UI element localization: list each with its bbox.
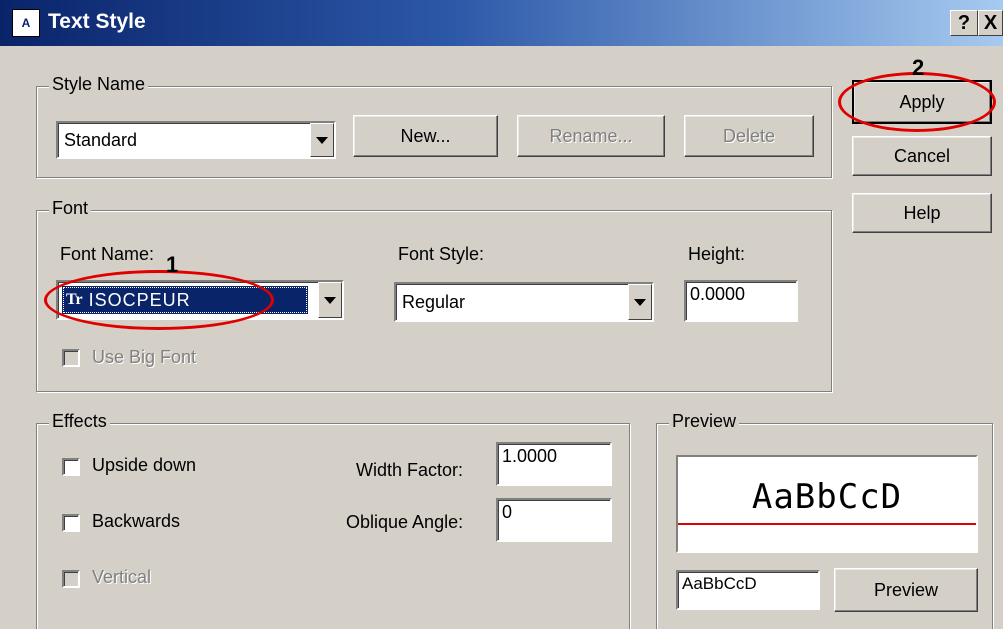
font-name-dropdown-arrow[interactable] — [318, 282, 342, 318]
preview-sample-text: AaBbCcD — [751, 477, 903, 517]
font-name-label: Font Name: — [60, 244, 155, 264]
window-title: Text Style — [48, 10, 146, 33]
preview-text-input[interactable]: AaBbCcD — [676, 570, 820, 610]
font-style-combo[interactable]: Regular — [394, 282, 654, 322]
callout-ellipse-1 — [44, 270, 274, 330]
rename-button[interactable]: Rename... — [517, 115, 665, 157]
backwards-checkbox[interactable] — [62, 514, 80, 532]
use-big-font-label: Use Big Font — [92, 347, 197, 367]
width-factor-input[interactable]: 1.0000 — [496, 442, 612, 486]
oblique-angle-label: Oblique Angle: — [346, 512, 464, 532]
baseline-line — [678, 523, 976, 525]
backwards-label: Backwards — [92, 511, 181, 531]
marker-2: 2 — [912, 55, 925, 80]
cancel-button[interactable]: Cancel — [852, 136, 992, 176]
effects-legend: Effects — [49, 411, 110, 432]
font-legend: Font — [49, 198, 92, 219]
callout-ellipse-2 — [838, 72, 996, 132]
help-button[interactable]: Help — [852, 193, 992, 233]
delete-button[interactable]: Delete — [684, 115, 814, 157]
font-style-dropdown-arrow[interactable] — [628, 284, 652, 320]
vertical-label: Vertical — [92, 567, 152, 587]
new-button[interactable]: New... — [353, 115, 498, 157]
upside-down-label: Upside down — [92, 455, 197, 475]
close-button[interactable]: X — [978, 10, 1003, 36]
width-factor-label: Width Factor: — [356, 460, 464, 480]
app-icon: A — [12, 9, 40, 37]
use-big-font-checkbox[interactable] — [62, 349, 80, 367]
vertical-checkbox[interactable] — [62, 570, 80, 588]
style-name-value: Standard — [64, 130, 138, 150]
height-input[interactable]: 0.0000 — [684, 280, 798, 322]
font-style-value: Regular — [402, 292, 466, 312]
upside-down-checkbox[interactable] — [62, 458, 80, 476]
help-title-button[interactable]: ? — [950, 10, 978, 36]
title-bar — [0, 0, 1003, 46]
oblique-angle-input[interactable]: 0 — [496, 498, 612, 542]
preview-button[interactable]: Preview — [834, 568, 978, 612]
preview-canvas: AaBbCcD — [676, 455, 978, 553]
font-style-label: Font Style: — [398, 244, 485, 264]
style-name-dropdown-arrow[interactable] — [310, 123, 334, 157]
style-name-combo[interactable]: Standard — [56, 121, 336, 159]
marker-1: 1 — [166, 252, 179, 277]
style-name-legend: Style Name — [49, 74, 149, 95]
height-label: Height: — [688, 244, 746, 264]
preview-legend: Preview — [669, 411, 740, 432]
